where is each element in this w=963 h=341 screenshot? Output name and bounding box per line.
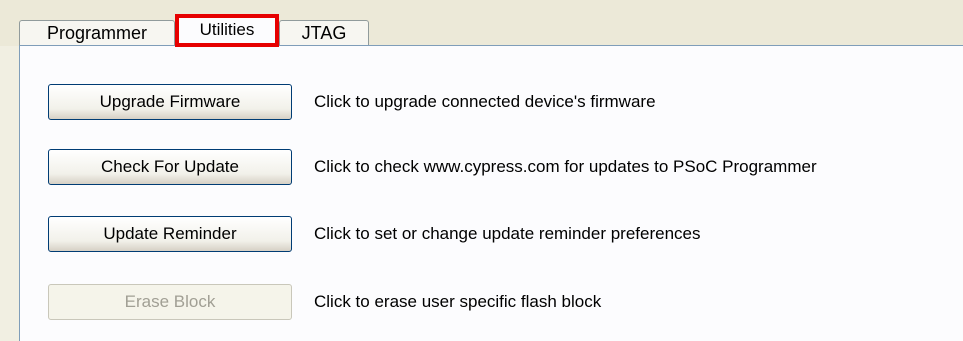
update-reminder-button[interactable]: Update Reminder <box>48 216 292 252</box>
tab-programmer-label: Programmer <box>46 23 148 43</box>
utility-row-update-reminder: Update Reminder Click to set or change u… <box>48 216 700 252</box>
tab-programmer[interactable]: Programmer <box>19 20 175 46</box>
utilities-panel: Upgrade Firmware Click to upgrade connec… <box>19 45 963 341</box>
check-for-update-description: Click to check www.cypress.com for updat… <box>314 157 817 176</box>
tab-utilities-label: Utilities <box>199 20 255 39</box>
utility-row-upgrade-firmware: Upgrade Firmware Click to upgrade connec… <box>48 84 656 120</box>
update-reminder-description: Click to set or change update reminder p… <box>314 224 701 243</box>
tab-strip: Programmer Utilities JTAG <box>0 0 963 47</box>
upgrade-firmware-description: Click to upgrade connected device's firm… <box>314 92 656 111</box>
tab-utilities[interactable]: Utilities <box>175 14 279 47</box>
erase-block-description: Click to erase user specific flash block <box>314 292 602 311</box>
tab-jtag-label: JTAG <box>301 23 347 43</box>
erase-block-button: Erase Block <box>48 284 292 320</box>
psoc-programmer-window: Programmer Utilities JTAG Upgrade Firmwa… <box>0 0 963 341</box>
upgrade-firmware-button[interactable]: Upgrade Firmware <box>48 84 292 120</box>
utility-row-check-for-update: Check For Update Click to check www.cypr… <box>48 149 817 185</box>
utility-row-erase-block: Erase Block Click to erase user specific… <box>48 284 601 320</box>
check-for-update-button[interactable]: Check For Update <box>48 149 292 185</box>
tab-jtag[interactable]: JTAG <box>279 20 369 46</box>
